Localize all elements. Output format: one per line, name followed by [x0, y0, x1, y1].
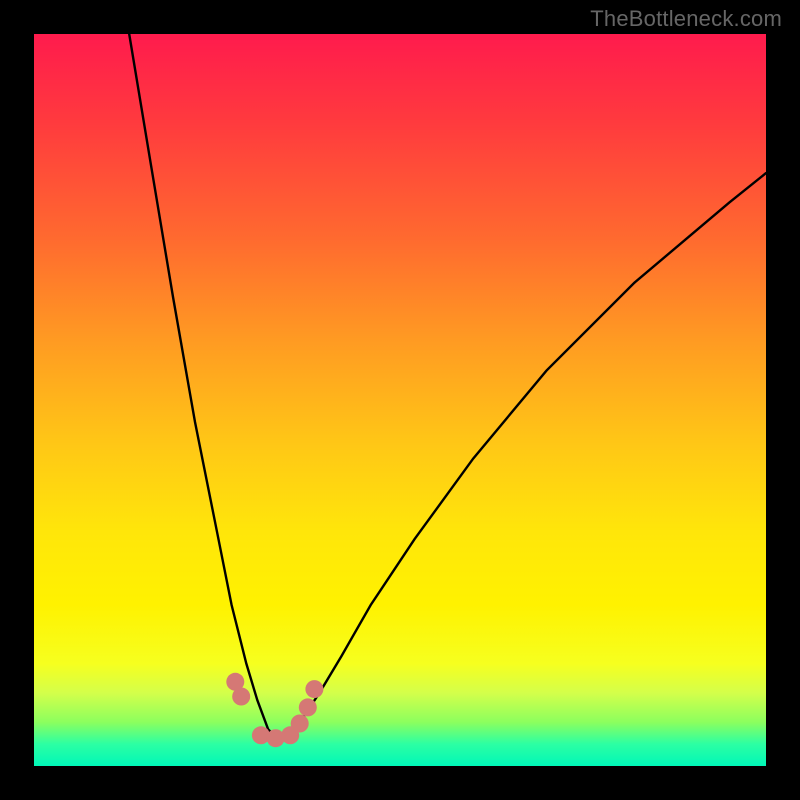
bottleneck-curve [129, 34, 766, 737]
accent-dot [299, 698, 317, 716]
accent-dot [291, 715, 309, 733]
accent-dots-group [226, 673, 323, 747]
watermark-text: TheBottleneck.com [590, 6, 782, 32]
chart-root: TheBottleneck.com [0, 0, 800, 800]
accent-dot [305, 680, 323, 698]
plot-area [34, 34, 766, 766]
accent-dot [232, 688, 250, 706]
chart-svg [34, 34, 766, 766]
